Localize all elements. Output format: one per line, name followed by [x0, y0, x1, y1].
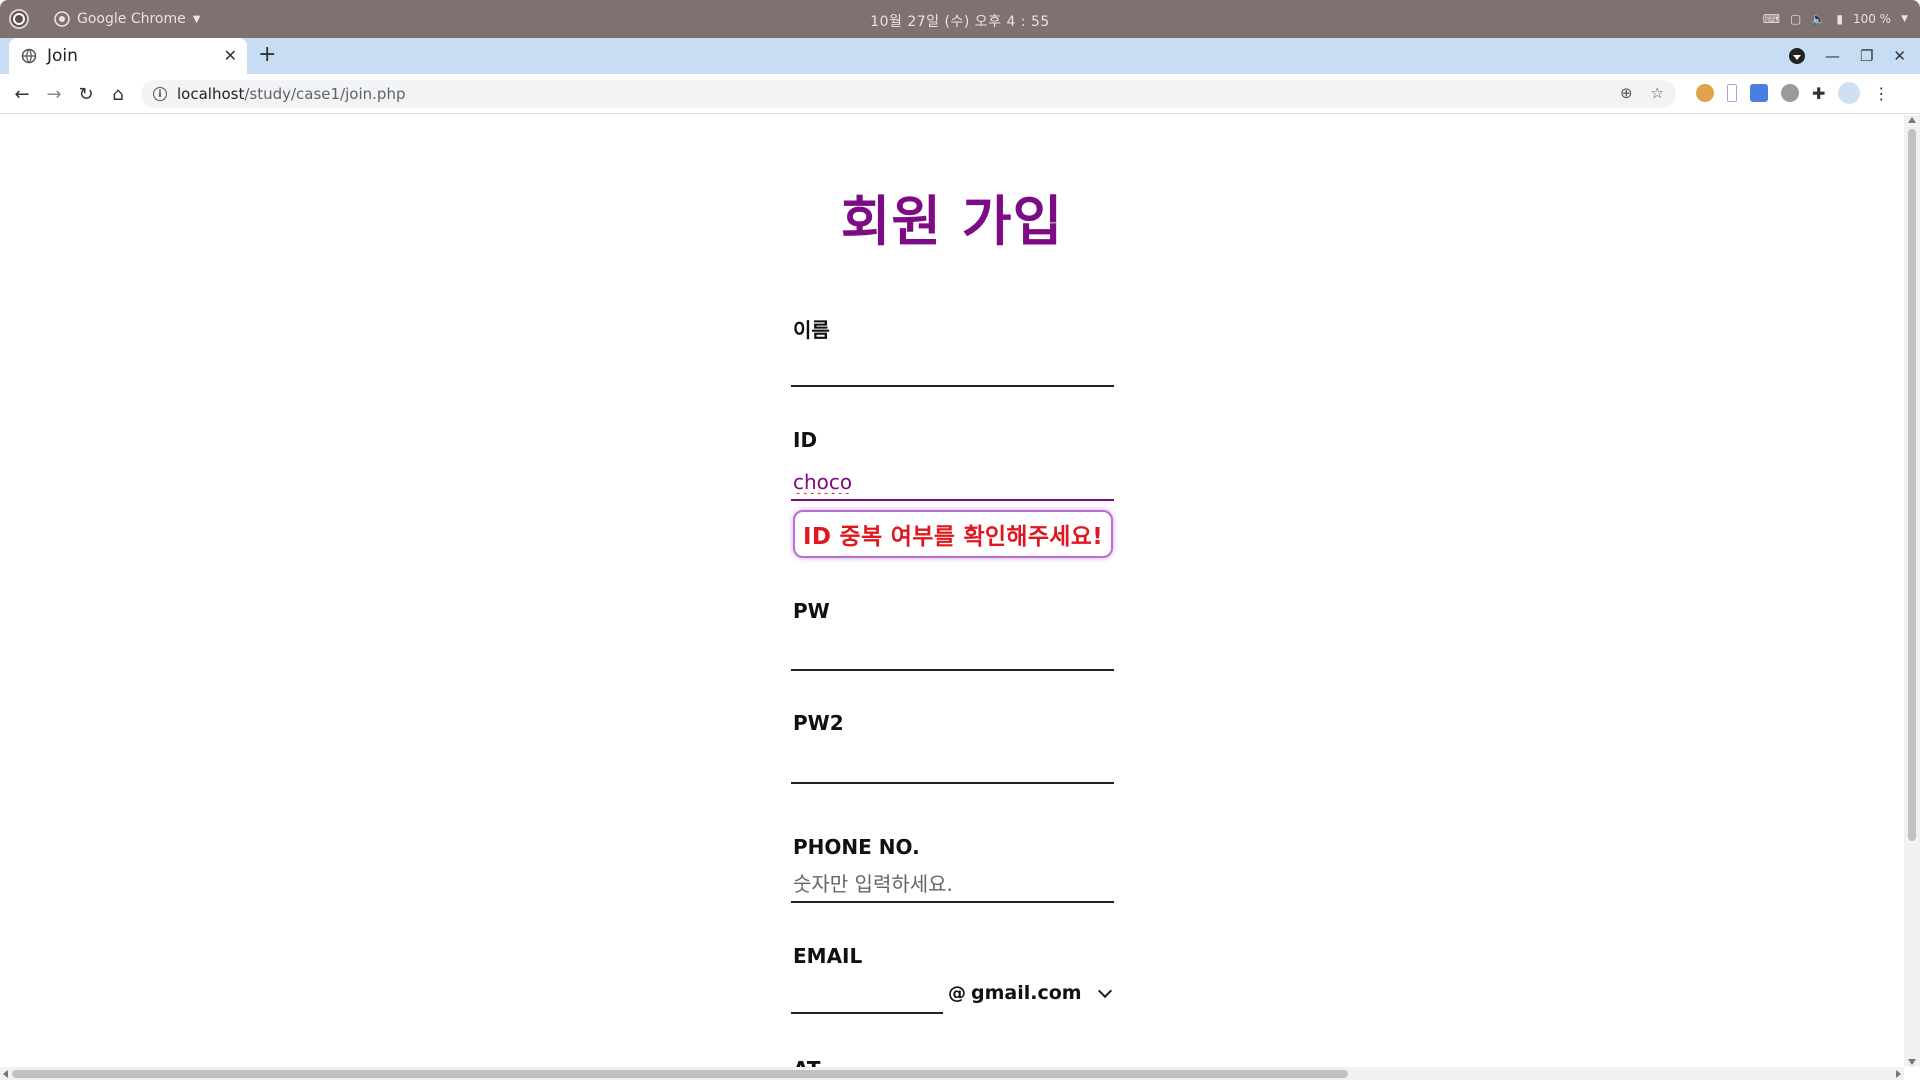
browser-toolbar: ← → ↻ ⌂ i localhost/study/case1/join.php…	[0, 74, 1920, 114]
tab-title: Join	[47, 46, 78, 66]
home-icon[interactable]: ⌂	[106, 82, 130, 106]
email-local-input[interactable]	[791, 978, 943, 1014]
tab-search-icon[interactable]	[1788, 48, 1805, 64]
email-at-sign: @	[948, 983, 966, 1004]
battery-icon: ▮	[1836, 12, 1843, 26]
chevron-down-icon: ▼	[1901, 14, 1908, 24]
chrome-icon	[54, 11, 70, 27]
system-tray[interactable]: ⌨ ▢ 🔈 ▮ 100 % ▼	[1763, 0, 1908, 38]
url-host: localhost	[177, 85, 245, 103]
screen-icon: ▢	[1790, 12, 1802, 26]
pw-input[interactable]	[791, 635, 1114, 671]
phone-input[interactable]	[791, 867, 1114, 903]
cookie-extension-icon[interactable]	[1696, 84, 1714, 102]
vertical-scroll-thumb[interactable]	[1908, 129, 1916, 841]
page-title: 회원 가입	[840, 190, 1064, 253]
scroll-right-icon[interactable]	[1896, 1070, 1901, 1078]
activities-icon[interactable]	[9, 9, 29, 29]
close-window-icon[interactable]: ✕	[1893, 47, 1906, 65]
chevron-down-icon	[1097, 983, 1113, 998]
email-domain-value: gmail.com	[971, 982, 1082, 1004]
extensions-area: ✚ ⋮	[1696, 82, 1889, 104]
window-controls: — ❐ ✕	[1788, 38, 1906, 74]
email-label: EMAIL	[793, 944, 863, 968]
pw2-input[interactable]	[791, 748, 1114, 784]
next-field-label: AT	[793, 1057, 821, 1067]
reload-icon[interactable]: ↻	[74, 82, 98, 106]
pw2-label: PW2	[793, 711, 844, 735]
scroll-left-icon[interactable]	[3, 1070, 8, 1078]
clock[interactable]: 10월 27일 (수) 오후 4 : 55	[0, 11, 1920, 31]
name-input[interactable]	[791, 351, 1114, 387]
translate-extension-icon[interactable]	[1750, 84, 1768, 102]
name-label: 이름	[793, 318, 830, 342]
forward-icon[interactable]: →	[42, 82, 66, 106]
globe-extension-icon[interactable]	[1781, 84, 1799, 102]
horizontal-scrollbar[interactable]	[0, 1067, 1904, 1080]
menu-kebab-icon[interactable]: ⋮	[1873, 84, 1889, 103]
avatar[interactable]	[1838, 82, 1861, 104]
chevron-down-icon: ▼	[192, 13, 201, 25]
back-icon[interactable]: ←	[10, 82, 34, 106]
globe-icon	[21, 48, 37, 64]
phone-label: PHONE NO.	[793, 835, 920, 859]
close-icon[interactable]: ✕	[224, 46, 237, 65]
scroll-down-icon[interactable]	[1908, 1059, 1916, 1065]
scroll-up-icon[interactable]	[1908, 117, 1916, 123]
bookmark-star-icon[interactable]: ☆	[1651, 84, 1664, 102]
url-path: /study/case1/join.php	[244, 85, 406, 103]
minimize-icon[interactable]: —	[1825, 47, 1840, 65]
new-tab-button[interactable]: +	[258, 42, 276, 67]
id-duplicate-warning: ID 중복 여부를 확인해주세요!	[793, 510, 1113, 558]
tab-join[interactable]: Join ✕	[9, 38, 247, 74]
zoom-icon[interactable]: ⊕	[1620, 84, 1633, 102]
page-content: 회원 가입 이름 ID ID 중복 여부를 확인해주세요! PW PW2 PHO…	[0, 115, 1904, 1067]
volume-icon: 🔈	[1811, 12, 1827, 26]
pw-label: PW	[793, 599, 830, 623]
pen-extension-icon[interactable]	[1727, 84, 1737, 102]
id-label: ID	[793, 428, 818, 452]
app-name-label: Google Chrome	[77, 11, 186, 27]
os-top-bar: Google Chrome ▼ 10월 27일 (수) 오후 4 : 55 ⌨ …	[0, 0, 1920, 38]
battery-level: 100 %	[1852, 12, 1892, 26]
tab-strip: Join ✕ + — ❐ ✕	[0, 38, 1920, 74]
id-input[interactable]	[791, 465, 1114, 501]
horizontal-scroll-thumb[interactable]	[12, 1070, 1348, 1078]
keyboard-icon: ⌨	[1762, 12, 1781, 26]
restore-icon[interactable]: ❐	[1860, 47, 1873, 65]
app-menu[interactable]: Google Chrome ▼	[54, 0, 200, 38]
puzzle-extensions-icon[interactable]: ✚	[1812, 84, 1825, 103]
vertical-scrollbar[interactable]	[1904, 115, 1920, 1067]
info-icon[interactable]: i	[153, 87, 167, 101]
address-bar[interactable]: i localhost/study/case1/join.php ⊕ ☆	[141, 80, 1676, 108]
email-domain-select[interactable]: gmail.com	[971, 977, 1116, 1009]
